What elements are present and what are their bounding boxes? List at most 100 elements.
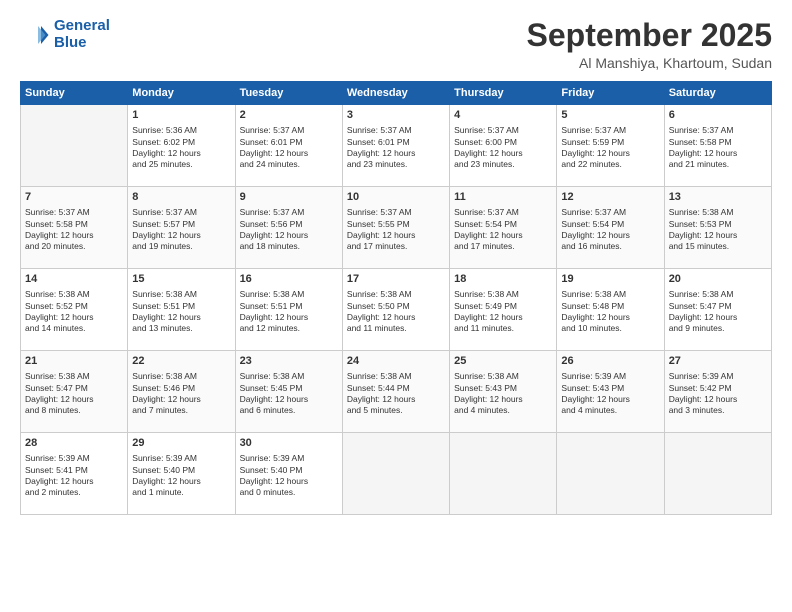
header-day-wednesday: Wednesday [342, 82, 449, 105]
calendar-cell: 28 Sunrise: 5:39 AM Sunset: 5:41 PM Dayli… [21, 433, 128, 515]
calendar-cell: 6 Sunrise: 5:37 AM Sunset: 5:58 PM Daylig… [664, 105, 771, 187]
day-number: 21 [25, 354, 123, 369]
day-number: 14 [25, 272, 123, 287]
cell-info: Sunrise: 5:37 AM Sunset: 5:58 PM Dayligh… [669, 125, 767, 171]
cell-info: Sunrise: 5:37 AM Sunset: 5:57 PM Dayligh… [132, 207, 230, 253]
day-number: 29 [132, 436, 230, 451]
calendar-cell: 30 Sunrise: 5:39 AM Sunset: 5:40 PM Dayli… [235, 433, 342, 515]
calendar-cell: 24Sunrise: 5:38 AM Sunset: 5:44 PM Dayli… [342, 351, 449, 433]
calendar-cell [664, 433, 771, 515]
cell-info: Sunrise: 5:37 AM Sunset: 6:01 PM Dayligh… [347, 125, 445, 171]
day-number: 15 [132, 272, 230, 287]
cell-info: Sunrise: 5:38 AM Sunset: 5:43 PM Dayligh… [454, 371, 552, 417]
calendar-cell: 27 Sunrise: 5:39 AM Sunset: 5:42 PM Dayli… [664, 351, 771, 433]
cell-info: Sunrise: 5:37 AM Sunset: 6:00 PM Dayligh… [454, 125, 552, 171]
calendar-cell: 18 Sunrise: 5:38 AM Sunset: 5:49 PM Dayli… [450, 269, 557, 351]
day-number: 17 [347, 272, 445, 287]
day-number: 25 [454, 354, 552, 369]
cell-info: Sunrise: 5:39 AM Sunset: 5:43 PM Dayligh… [561, 371, 659, 417]
cell-info: Sunrise: 5:37 AM Sunset: 5:58 PM Dayligh… [25, 207, 123, 253]
day-number: 5 [561, 108, 659, 123]
calendar-cell: 19Sunrise: 5:38 AM Sunset: 5:48 PM Dayli… [557, 269, 664, 351]
cell-info: Sunrise: 5:38 AM Sunset: 5:47 PM Dayligh… [25, 371, 123, 417]
day-number: 24 [347, 354, 445, 369]
title-block: September 2025 Al Manshiya, Khartoum, Su… [527, 18, 772, 71]
calendar-cell [21, 105, 128, 187]
cell-info: Sunrise: 5:36 AM Sunset: 6:02 PM Dayligh… [132, 125, 230, 171]
week-row-1: 1 Sunrise: 5:36 AM Sunset: 6:02 PM Daylig… [21, 105, 772, 187]
calendar-cell: 10 Sunrise: 5:37 AM Sunset: 5:55 PM Dayli… [342, 187, 449, 269]
day-number: 7 [25, 190, 123, 205]
calendar-cell: 1 Sunrise: 5:36 AM Sunset: 6:02 PM Daylig… [128, 105, 235, 187]
calendar-cell: 26Sunrise: 5:39 AM Sunset: 5:43 PM Dayli… [557, 351, 664, 433]
header-day-saturday: Saturday [664, 82, 771, 105]
cell-info: Sunrise: 5:38 AM Sunset: 5:49 PM Dayligh… [454, 289, 552, 335]
logo-icon [20, 20, 50, 50]
cell-info: Sunrise: 5:37 AM Sunset: 5:55 PM Dayligh… [347, 207, 445, 253]
day-number: 2 [240, 108, 338, 123]
day-number: 30 [240, 436, 338, 451]
calendar-cell: 3Sunrise: 5:37 AM Sunset: 6:01 PM Daylig… [342, 105, 449, 187]
calendar-header: SundayMondayTuesdayWednesdayThursdayFrid… [21, 82, 772, 105]
cell-info: Sunrise: 5:37 AM Sunset: 5:56 PM Dayligh… [240, 207, 338, 253]
calendar-cell: 7 Sunrise: 5:37 AM Sunset: 5:58 PM Daylig… [21, 187, 128, 269]
calendar-cell: 4Sunrise: 5:37 AM Sunset: 6:00 PM Daylig… [450, 105, 557, 187]
calendar-body: 1 Sunrise: 5:36 AM Sunset: 6:02 PM Daylig… [21, 105, 772, 515]
cell-info: Sunrise: 5:38 AM Sunset: 5:53 PM Dayligh… [669, 207, 767, 253]
calendar-cell: 15Sunrise: 5:38 AM Sunset: 5:51 PM Dayli… [128, 269, 235, 351]
cell-info: Sunrise: 5:37 AM Sunset: 5:54 PM Dayligh… [561, 207, 659, 253]
cell-info: Sunrise: 5:37 AM Sunset: 6:01 PM Dayligh… [240, 125, 338, 171]
header-day-friday: Friday [557, 82, 664, 105]
cell-info: Sunrise: 5:38 AM Sunset: 5:47 PM Dayligh… [669, 289, 767, 335]
cell-info: Sunrise: 5:39 AM Sunset: 5:42 PM Dayligh… [669, 371, 767, 417]
day-number: 23 [240, 354, 338, 369]
cell-info: Sunrise: 5:38 AM Sunset: 5:45 PM Dayligh… [240, 371, 338, 417]
header-row: SundayMondayTuesdayWednesdayThursdayFrid… [21, 82, 772, 105]
logo: General Blue [20, 18, 110, 51]
day-number: 13 [669, 190, 767, 205]
calendar-cell: 25 Sunrise: 5:38 AM Sunset: 5:43 PM Dayli… [450, 351, 557, 433]
cell-info: Sunrise: 5:37 AM Sunset: 5:54 PM Dayligh… [454, 207, 552, 253]
day-number: 27 [669, 354, 767, 369]
day-number: 1 [132, 108, 230, 123]
calendar-cell: 12 Sunrise: 5:37 AM Sunset: 5:54 PM Dayli… [557, 187, 664, 269]
day-number: 28 [25, 436, 123, 451]
cell-info: Sunrise: 5:37 AM Sunset: 5:59 PM Dayligh… [561, 125, 659, 171]
week-row-2: 7 Sunrise: 5:37 AM Sunset: 5:58 PM Daylig… [21, 187, 772, 269]
day-number: 10 [347, 190, 445, 205]
calendar-cell: 11 Sunrise: 5:37 AM Sunset: 5:54 PM Dayli… [450, 187, 557, 269]
page: General Blue September 2025 Al Manshiya,… [0, 0, 792, 612]
day-number: 12 [561, 190, 659, 205]
header-day-tuesday: Tuesday [235, 82, 342, 105]
day-number: 6 [669, 108, 767, 123]
day-number: 11 [454, 190, 552, 205]
calendar-cell: 17 Sunrise: 5:38 AM Sunset: 5:50 PM Dayli… [342, 269, 449, 351]
day-number: 16 [240, 272, 338, 287]
calendar-cell: 2 Sunrise: 5:37 AM Sunset: 6:01 PM Daylig… [235, 105, 342, 187]
calendar-cell: 22 Sunrise: 5:38 AM Sunset: 5:46 PM Dayli… [128, 351, 235, 433]
calendar-cell: 29Sunrise: 5:39 AM Sunset: 5:40 PM Dayli… [128, 433, 235, 515]
month-title: September 2025 [527, 18, 772, 53]
header: General Blue September 2025 Al Manshiya,… [20, 18, 772, 71]
cell-info: Sunrise: 5:39 AM Sunset: 5:41 PM Dayligh… [25, 453, 123, 499]
week-row-3: 14 Sunrise: 5:38 AM Sunset: 5:52 PM Dayli… [21, 269, 772, 351]
week-row-5: 28 Sunrise: 5:39 AM Sunset: 5:41 PM Dayli… [21, 433, 772, 515]
location-subtitle: Al Manshiya, Khartoum, Sudan [527, 55, 772, 71]
day-number: 22 [132, 354, 230, 369]
week-row-4: 21 Sunrise: 5:38 AM Sunset: 5:47 PM Dayli… [21, 351, 772, 433]
cell-info: Sunrise: 5:38 AM Sunset: 5:50 PM Dayligh… [347, 289, 445, 335]
calendar-cell: 23 Sunrise: 5:38 AM Sunset: 5:45 PM Dayli… [235, 351, 342, 433]
calendar-cell [557, 433, 664, 515]
cell-info: Sunrise: 5:38 AM Sunset: 5:52 PM Dayligh… [25, 289, 123, 335]
calendar-cell: 5 Sunrise: 5:37 AM Sunset: 5:59 PM Daylig… [557, 105, 664, 187]
header-day-thursday: Thursday [450, 82, 557, 105]
day-number: 18 [454, 272, 552, 287]
calendar-table: SundayMondayTuesdayWednesdayThursdayFrid… [20, 81, 772, 515]
day-number: 8 [132, 190, 230, 205]
logo-text: General Blue [54, 18, 110, 51]
cell-info: Sunrise: 5:39 AM Sunset: 5:40 PM Dayligh… [240, 453, 338, 499]
calendar-cell: 20Sunrise: 5:38 AM Sunset: 5:47 PM Dayli… [664, 269, 771, 351]
calendar-cell: 8 Sunrise: 5:37 AM Sunset: 5:57 PM Daylig… [128, 187, 235, 269]
cell-info: Sunrise: 5:38 AM Sunset: 5:46 PM Dayligh… [132, 371, 230, 417]
calendar-cell: 14 Sunrise: 5:38 AM Sunset: 5:52 PM Dayli… [21, 269, 128, 351]
